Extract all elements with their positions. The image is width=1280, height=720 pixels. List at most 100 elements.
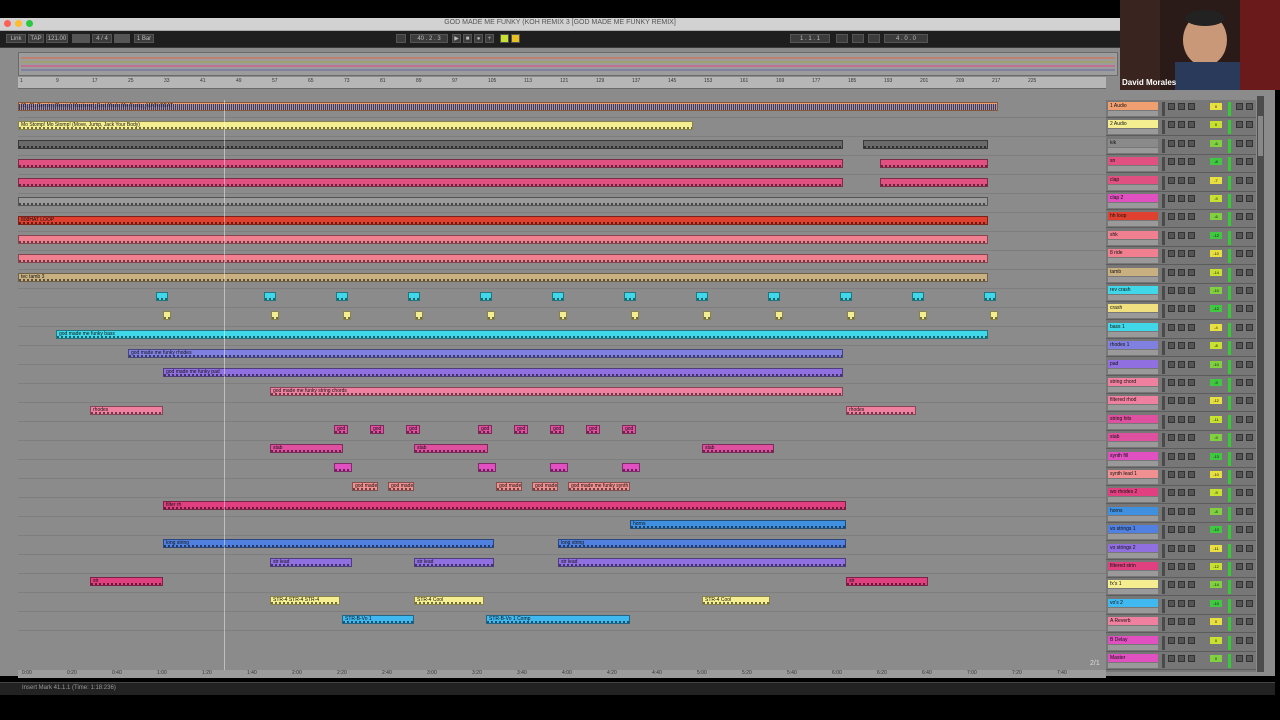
pan-knob[interactable] bbox=[1236, 581, 1243, 589]
volume-field[interactable]: -10 bbox=[1210, 526, 1222, 534]
pan-knob[interactable] bbox=[1236, 103, 1243, 110]
pan-knob[interactable] bbox=[1236, 655, 1243, 662]
track-io-chooser[interactable] bbox=[1108, 258, 1158, 264]
pan-knob[interactable] bbox=[1236, 599, 1243, 607]
activator-button[interactable] bbox=[1168, 526, 1175, 534]
track-name[interactable]: bass 1 bbox=[1108, 322, 1158, 331]
arm-button[interactable] bbox=[1188, 599, 1195, 607]
clip[interactable] bbox=[880, 178, 988, 187]
clip[interactable]: god bbox=[514, 425, 528, 434]
arm-button[interactable] bbox=[1188, 544, 1195, 552]
loop-start-field[interactable]: 1 . 1 . 1 bbox=[790, 34, 830, 43]
arm-button[interactable] bbox=[1188, 489, 1195, 497]
clip[interactable] bbox=[415, 311, 423, 320]
volume-field[interactable]: -6 bbox=[1210, 213, 1222, 221]
tap-tempo-button[interactable]: TAP bbox=[28, 34, 44, 43]
clip[interactable] bbox=[18, 140, 843, 149]
track-fold-button[interactable] bbox=[1246, 599, 1253, 607]
clip[interactable]: tec tamb 3 bbox=[18, 273, 988, 282]
track-header[interactable]: vo's 2 -10 bbox=[1106, 597, 1256, 615]
activator-button[interactable] bbox=[1168, 103, 1175, 110]
clip[interactable]: long string bbox=[163, 539, 494, 548]
solo-button[interactable] bbox=[1178, 139, 1185, 147]
volume-field[interactable]: -6 bbox=[1210, 139, 1222, 147]
track-fold-button[interactable] bbox=[1246, 415, 1253, 423]
clip[interactable] bbox=[478, 463, 496, 472]
time-ruler[interactable]: 0:00 0:20 0:40 1:00 1:20 1:40 2:00 2:20 2:40 3:00… bbox=[18, 670, 1106, 678]
volume-field[interactable]: -8 bbox=[1210, 342, 1222, 350]
activator-button[interactable] bbox=[1168, 434, 1175, 442]
clip[interactable] bbox=[919, 311, 927, 320]
clip[interactable] bbox=[336, 292, 348, 301]
track-fold-button[interactable] bbox=[1246, 121, 1253, 129]
track-fold-button[interactable] bbox=[1246, 379, 1253, 386]
track-name[interactable]: 8 ride bbox=[1108, 249, 1158, 258]
track-io-chooser[interactable] bbox=[1108, 534, 1158, 540]
pan-knob[interactable] bbox=[1236, 618, 1243, 626]
track-io-chooser[interactable] bbox=[1108, 552, 1158, 558]
track-fold-button[interactable] bbox=[1246, 268, 1253, 276]
track-fold-button[interactable] bbox=[1246, 471, 1253, 478]
clip[interactable] bbox=[480, 292, 492, 301]
track-io-chooser[interactable] bbox=[1108, 571, 1158, 576]
track-fold-button[interactable] bbox=[1246, 452, 1253, 460]
volume-field[interactable]: 0 bbox=[1210, 103, 1222, 110]
play-button[interactable]: ▶ bbox=[452, 34, 461, 43]
pan-knob[interactable] bbox=[1236, 158, 1243, 166]
groove-button[interactable] bbox=[114, 34, 130, 43]
track-header[interactable]: kik -6 bbox=[1106, 137, 1256, 155]
track-fold-button[interactable] bbox=[1246, 489, 1253, 497]
clip[interactable] bbox=[847, 311, 855, 320]
clip[interactable] bbox=[990, 311, 998, 320]
track-fold-button[interactable] bbox=[1246, 507, 1253, 515]
track-header[interactable]: filtered rhod -12 bbox=[1106, 394, 1256, 413]
arm-button[interactable] bbox=[1188, 471, 1195, 478]
pan-knob[interactable] bbox=[1236, 526, 1243, 534]
track-name[interactable]: vo's 2 bbox=[1108, 598, 1158, 607]
solo-button[interactable] bbox=[1178, 231, 1185, 239]
track-name[interactable]: fx's 1 bbox=[1108, 580, 1158, 589]
solo-button[interactable] bbox=[1178, 250, 1185, 258]
track-header[interactable]: 1 Audio 0 bbox=[1106, 100, 1256, 118]
track-header[interactable]: stab -9 bbox=[1106, 431, 1256, 450]
volume-field[interactable]: -10 bbox=[1210, 287, 1222, 294]
solo-button[interactable] bbox=[1178, 489, 1185, 497]
solo-button[interactable] bbox=[1178, 526, 1185, 534]
activator-button[interactable] bbox=[1168, 268, 1175, 276]
track-io-chooser[interactable] bbox=[1108, 111, 1158, 116]
arm-button[interactable] bbox=[1188, 526, 1195, 534]
track-name[interactable]: horns bbox=[1108, 506, 1158, 515]
track-io-chooser[interactable] bbox=[1108, 607, 1158, 613]
track-name[interactable]: vo strings 1 bbox=[1108, 525, 1158, 534]
solo-button[interactable] bbox=[1178, 434, 1185, 442]
clip[interactable] bbox=[156, 292, 168, 301]
clip[interactable]: god made bbox=[496, 482, 522, 491]
track-fold-button[interactable] bbox=[1246, 176, 1253, 184]
track-header[interactable]: sn -8 bbox=[1106, 155, 1256, 174]
volume-field[interactable]: -9 bbox=[1210, 195, 1222, 202]
pan-knob[interactable] bbox=[1236, 287, 1243, 294]
track-name[interactable]: 2 Audio bbox=[1108, 120, 1158, 129]
clip[interactable] bbox=[775, 311, 783, 320]
track-header[interactable]: Master 0 bbox=[1106, 652, 1256, 670]
pan-knob[interactable] bbox=[1236, 305, 1243, 313]
track-header[interactable]: fx's 1 -14 bbox=[1106, 578, 1256, 597]
pan-knob[interactable] bbox=[1236, 397, 1243, 405]
track-fold-button[interactable] bbox=[1246, 636, 1253, 644]
track-fold-button[interactable] bbox=[1246, 544, 1253, 552]
track-fold-button[interactable] bbox=[1246, 360, 1253, 368]
volume-field[interactable]: -7 bbox=[1210, 176, 1222, 184]
volume-field[interactable]: -10 bbox=[1210, 599, 1222, 607]
solo-button[interactable] bbox=[1178, 287, 1185, 294]
clip[interactable] bbox=[163, 311, 171, 320]
track-header[interactable]: pad -10 bbox=[1106, 358, 1256, 376]
pan-knob[interactable] bbox=[1236, 563, 1243, 570]
link-button[interactable]: Link bbox=[6, 34, 26, 43]
volume-field[interactable]: 0 bbox=[1210, 636, 1222, 644]
clip[interactable]: god made me funky pad bbox=[163, 368, 843, 377]
activator-button[interactable] bbox=[1168, 213, 1175, 221]
clip[interactable]: god made bbox=[352, 482, 378, 491]
arrangement-view[interactable]: 1 9 17 25 33 41 49 57 65 73 81 89 97 105 113 121 129 137 1… bbox=[0, 48, 1275, 676]
track-io-chooser[interactable] bbox=[1108, 203, 1158, 208]
activator-button[interactable] bbox=[1168, 397, 1175, 405]
